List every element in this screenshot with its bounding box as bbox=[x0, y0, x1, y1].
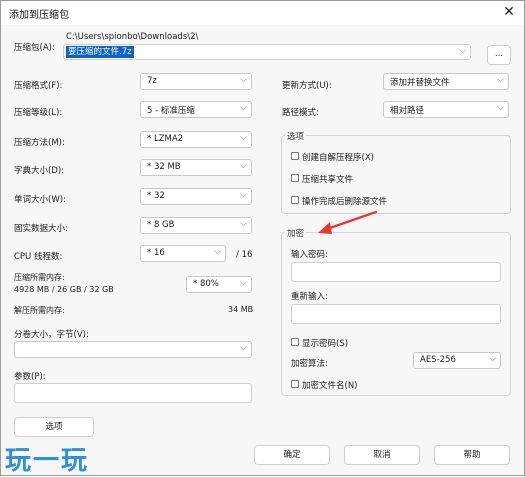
pathmode-value: 相对路径 bbox=[390, 106, 425, 116]
ok-button[interactable]: 确定 bbox=[254, 445, 330, 465]
watermark-logo: 玩一玩 bbox=[5, 446, 90, 476]
show-password-checkbox[interactable] bbox=[291, 338, 299, 346]
archive-name-selection: 要压缩的文件.7z bbox=[66, 46, 134, 58]
word-select[interactable]: * 32 ⌵ bbox=[140, 188, 252, 205]
chevron-down-icon: ⌵ bbox=[240, 75, 247, 85]
format-select[interactable]: 7z ⌵ bbox=[140, 73, 252, 90]
delete-label: 操作完成后删除源文件 bbox=[302, 197, 388, 207]
title-bar: 添加到压缩包 ✕ bbox=[1, 1, 524, 25]
mem-detail: 4928 MB / 26 GB / 32 GB bbox=[14, 285, 114, 294]
dialog-title: 添加到压缩包 bbox=[9, 10, 69, 21]
archive-label: 压缩包(A): bbox=[14, 43, 55, 53]
decomp-value: 34 MB bbox=[228, 305, 254, 314]
method-select[interactable]: * LZMA2 ⌵ bbox=[140, 131, 252, 148]
chevron-down-icon: ⌵ bbox=[489, 354, 496, 364]
solid-label: 固实数据大小: bbox=[14, 224, 68, 234]
shared-label: 压缩共享文件 bbox=[302, 175, 354, 185]
decomp-label: 解压所需内存: bbox=[14, 306, 65, 315]
split-label: 分卷大小，字节(V): bbox=[14, 330, 89, 340]
chevron-down-icon: ⌵ bbox=[240, 133, 247, 143]
chevron-down-icon: ⌵ bbox=[497, 75, 504, 85]
enc-method-label: 加密算法: bbox=[291, 359, 328, 369]
update-value: 添加并替换文件 bbox=[390, 78, 450, 88]
encrypt-names-label: 加密文件名(N) bbox=[302, 381, 358, 391]
archive-name-combo[interactable]: 要压缩的文件.7z ⌵ bbox=[63, 44, 471, 60]
word-label: 单词大小(W): bbox=[14, 195, 66, 205]
options-button[interactable]: 选项 bbox=[14, 417, 94, 437]
dict-label: 字典大小(D): bbox=[14, 166, 65, 176]
chevron-down-icon: ⌵ bbox=[497, 103, 504, 113]
pwd-label: 输入密码: bbox=[291, 250, 328, 260]
pathmode-label: 路径模式: bbox=[282, 108, 319, 118]
close-icon[interactable]: ✕ bbox=[500, 3, 518, 21]
annotation-arrow-icon bbox=[318, 210, 378, 234]
chevron-down-icon: ⌵ bbox=[240, 343, 247, 353]
shared-checkbox[interactable] bbox=[291, 174, 299, 182]
repassword-input[interactable] bbox=[291, 304, 501, 324]
delete-checkbox[interactable] bbox=[291, 196, 299, 204]
cpu-label: CPU 线程数: bbox=[14, 252, 63, 262]
sfx-checkbox[interactable] bbox=[291, 152, 299, 160]
split-combo[interactable]: ⌵ bbox=[14, 341, 252, 358]
pathmode-select[interactable]: 相对路径 ⌵ bbox=[383, 101, 509, 118]
cancel-button[interactable]: 取消 bbox=[344, 445, 420, 465]
format-value: 7z bbox=[147, 76, 157, 86]
method-label: 压缩方法(M): bbox=[14, 138, 65, 148]
params-label: 参数(P): bbox=[14, 372, 46, 382]
chevron-down-icon: ⌵ bbox=[214, 247, 221, 257]
level-select[interactable]: 5 - 标准压缩 ⌵ bbox=[140, 101, 252, 118]
password-input[interactable] bbox=[291, 262, 501, 282]
mem-select[interactable]: * 80% ⌵ bbox=[186, 276, 252, 293]
solid-select[interactable]: * 8 GB ⌵ bbox=[140, 217, 252, 234]
update-label: 更新方式(U): bbox=[282, 81, 332, 91]
update-select[interactable]: 添加并替换文件 ⌵ bbox=[383, 73, 509, 90]
method-value: * LZMA2 bbox=[147, 134, 184, 144]
chevron-down-icon: ⌵ bbox=[240, 103, 247, 113]
enc-method-value: AES-256 bbox=[420, 355, 456, 365]
enc-method-select[interactable]: AES-256 ⌵ bbox=[413, 352, 501, 369]
solid-value: * 8 GB bbox=[147, 220, 175, 230]
level-value: 5 - 标准压缩 bbox=[147, 106, 195, 116]
browse-button[interactable]: ... bbox=[487, 45, 511, 65]
encrypt-group-title: 加密 bbox=[285, 227, 307, 239]
cpu-value: * 16 bbox=[147, 248, 165, 258]
repwd-label: 重新输入: bbox=[291, 292, 328, 302]
encrypt-names-checkbox[interactable] bbox=[291, 380, 299, 388]
mem-value: * 80% bbox=[193, 279, 219, 289]
sfx-label: 创建自解压程序(X) bbox=[302, 153, 374, 163]
chevron-down-icon: ⌵ bbox=[240, 190, 247, 200]
archive-path: C:\Users\spionbo\Downloads\2\ bbox=[66, 32, 199, 42]
dict-value: * 32 MB bbox=[147, 162, 181, 172]
chevron-down-icon: ⌵ bbox=[240, 161, 247, 171]
help-button[interactable]: 帮助 bbox=[434, 445, 510, 465]
mem-label: 压缩所需内存: bbox=[14, 273, 65, 282]
params-input[interactable] bbox=[14, 383, 252, 403]
dict-select[interactable]: * 32 MB ⌵ bbox=[140, 159, 252, 176]
chevron-down-icon: ⌵ bbox=[240, 219, 247, 229]
word-value: * 32 bbox=[147, 191, 165, 201]
options-group-title: 选项 bbox=[285, 130, 307, 142]
cpu-select[interactable]: * 16 ⌵ bbox=[140, 245, 226, 262]
level-label: 压缩等级(L): bbox=[14, 108, 63, 118]
cpu-total: / 16 bbox=[236, 250, 253, 260]
format-label: 压缩格式(F): bbox=[14, 81, 63, 91]
chevron-down-icon: ⌵ bbox=[240, 278, 247, 288]
chevron-down-icon[interactable]: ⌵ bbox=[459, 46, 466, 56]
show-password-label: 显示密码(S) bbox=[302, 339, 349, 349]
